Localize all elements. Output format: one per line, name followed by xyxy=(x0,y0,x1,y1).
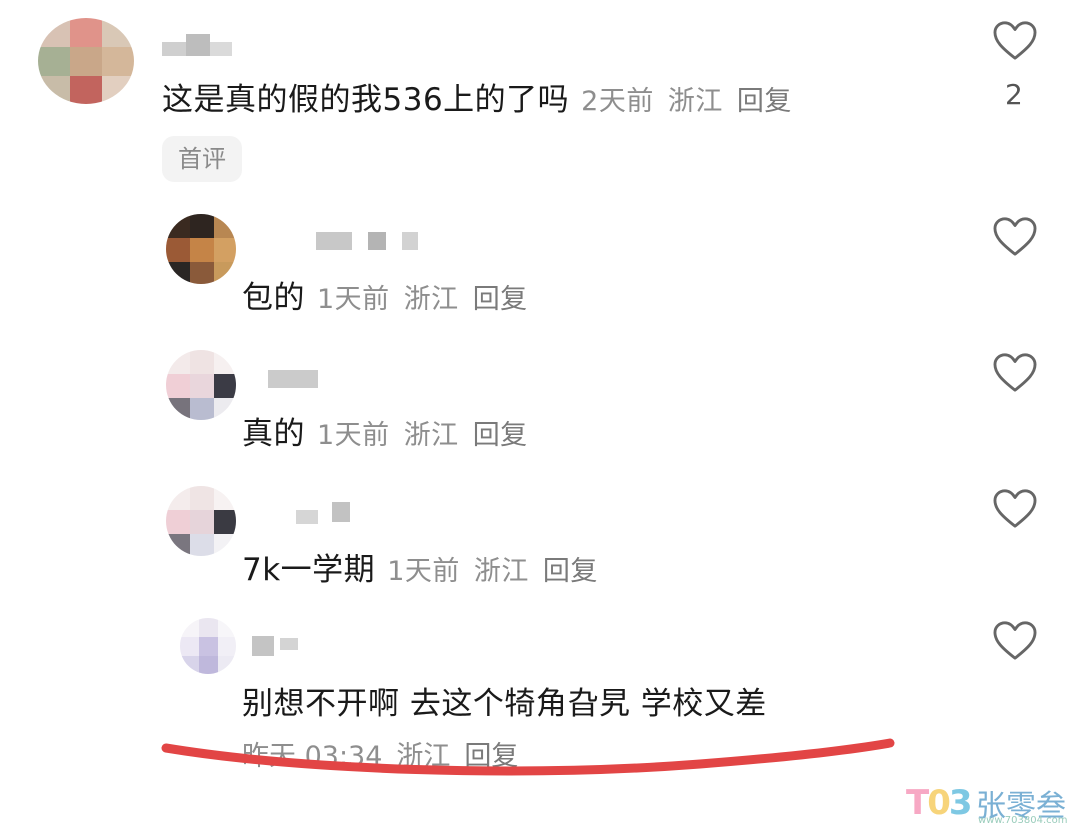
watermark-logo: T03 xyxy=(906,783,973,823)
watermark: T03 张零叁 www.703804.com xyxy=(906,779,1076,829)
watermark-url: www.703804.com xyxy=(978,815,1068,826)
red-underline-annotation xyxy=(161,738,895,776)
